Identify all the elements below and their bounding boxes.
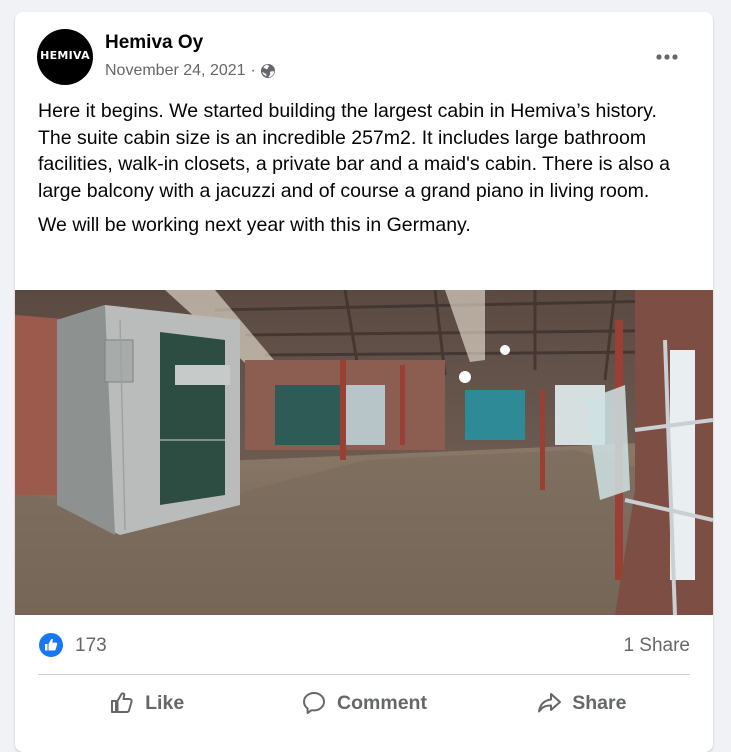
page-avatar[interactable]: HEMIVA (37, 29, 93, 85)
comment-label: Comment (337, 691, 427, 714)
construction-site-photo (15, 290, 713, 615)
globe-icon[interactable] (260, 63, 276, 79)
post-paragraph: We will be working next year with this i… (38, 214, 471, 236)
post-card: HEMIVA Hemiva Oy November 24, 2021 · Her… (15, 12, 713, 752)
comment-icon (303, 692, 326, 714)
like-label: Like (145, 691, 185, 714)
share-count[interactable]: 1 Share (623, 635, 690, 657)
post-stats: 173 1 Share (15, 624, 713, 668)
post-body: Here it begins. We started building the … (38, 98, 688, 247)
actions-divider (38, 674, 690, 675)
post-date-link[interactable]: November 24, 2021 (105, 62, 246, 80)
share-button[interactable]: Share (473, 680, 690, 726)
post-meta: November 24, 2021 · (105, 62, 276, 80)
more-horizontal-icon[interactable] (655, 48, 679, 60)
post-header: HEMIVA Hemiva Oy November 24, 2021 · (15, 12, 713, 90)
reaction-count[interactable]: 173 (75, 635, 107, 657)
post-photo[interactable] (15, 290, 713, 615)
post-paragraph: Here it begins. We started building the … (38, 100, 670, 202)
meta-separator: · (250, 62, 256, 79)
avatar-logo-text: HEMIVA (40, 49, 90, 62)
post-actions-bar: Like Comment Share (38, 680, 690, 726)
like-reaction-icon[interactable] (39, 633, 63, 657)
share-arrow-icon (538, 693, 562, 713)
share-label: Share (572, 691, 627, 714)
comment-button[interactable]: Comment (255, 680, 472, 726)
like-button[interactable]: Like (38, 680, 255, 726)
page-name-link[interactable]: Hemiva Oy (105, 32, 203, 54)
thumbs-up-icon (111, 692, 133, 713)
